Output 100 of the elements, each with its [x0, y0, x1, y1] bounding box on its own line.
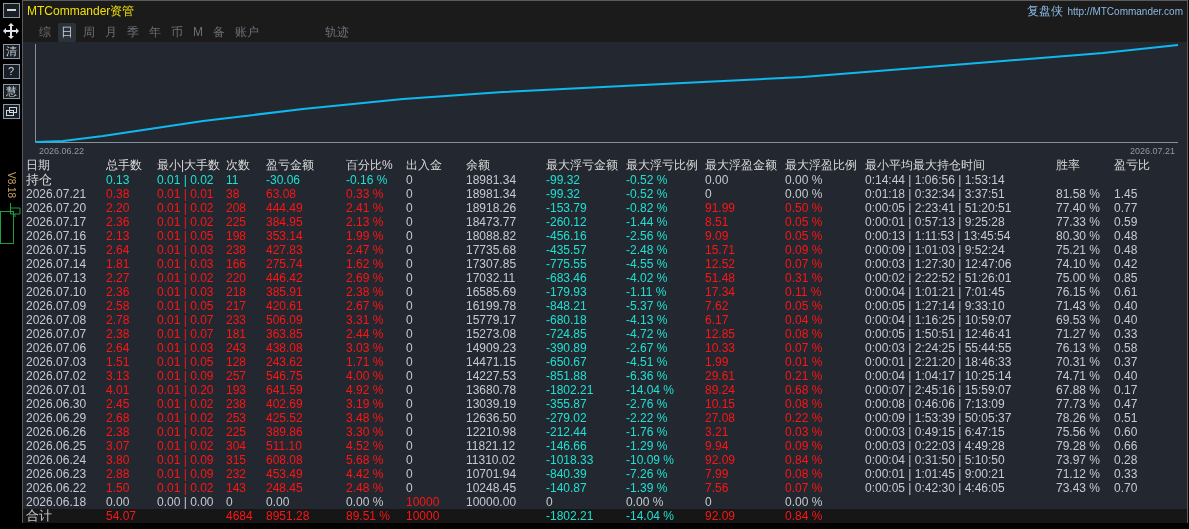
- table-cell-text: 75.56 %: [1056, 425, 1102, 439]
- table-cell-text: 0: [406, 481, 414, 495]
- table-cell-text: 0:00:09 | 1:01:03 | 9:52:24: [865, 243, 1006, 257]
- table-cell-text: 225: [226, 425, 248, 439]
- website-link[interactable]: http://MTCommander.com: [1067, 6, 1183, 17]
- tab[interactable]: 季: [124, 22, 142, 42]
- tab[interactable]: 年: [146, 22, 164, 42]
- table-cell-text: -1.76 %: [626, 425, 669, 439]
- table-cell-text: 5.68 %: [346, 453, 385, 467]
- table-cell-text: 70.31 %: [1056, 355, 1102, 369]
- table-cell-text: 0.01 | 0.20: [157, 383, 215, 397]
- table-cell-text: 0.00 %: [785, 495, 824, 509]
- table-cell-text: 0:00:05 | 1:50:51 | 12:46:41: [865, 327, 1013, 341]
- tab[interactable]: M: [190, 24, 206, 40]
- table-cell-text: 238: [226, 243, 248, 257]
- tab[interactable]: 月: [102, 22, 120, 42]
- table-cell-text: -4.55 %: [626, 257, 669, 271]
- minimize-button[interactable]: [2, 3, 20, 18]
- table-cell-text: 0.01 | 0.02: [157, 201, 215, 215]
- table-cell-text: 2026.06.22: [26, 481, 88, 495]
- table-cell-text: -212.44: [546, 425, 588, 439]
- table-cell-text: 0: [406, 453, 414, 467]
- table-cell-text: 0:00:01 | 0:57:13 | 9:25:28: [865, 215, 1006, 229]
- table-cell-text: 0.01 %: [785, 355, 824, 369]
- table-cell-text: 11821.12: [466, 439, 517, 453]
- table-cell-text: 8951.28: [266, 509, 311, 523]
- table-cell-text: 9.09: [705, 229, 730, 243]
- tab[interactable]: 日: [58, 22, 76, 42]
- table-cell-text: 2.13: [106, 229, 131, 243]
- table-cell-text: 453.49: [266, 467, 304, 481]
- table-cell-text: 4.01: [106, 383, 131, 397]
- table-cell-text: 54.07: [106, 509, 138, 523]
- sidebar-button[interactable]: 慧: [2, 84, 20, 99]
- table-cell-text: 2.20: [106, 201, 131, 215]
- table-cell-text: -0.16 %: [346, 173, 389, 187]
- table-cell-text: 0:00:01 | 1:01:45 | 9:00:21: [865, 467, 1006, 481]
- table-cell-text: 232: [226, 467, 248, 481]
- table-cell-text: -30.06: [266, 173, 302, 187]
- table-cell-text: 17307.85: [466, 257, 518, 271]
- table-cell-text: 16585.69: [466, 285, 518, 299]
- tab[interactable]: 综: [36, 22, 54, 42]
- table-cell-text: 18473.77: [466, 215, 518, 229]
- table-cell-text: 0.09 %: [785, 439, 824, 453]
- table-cell-text: -435.57: [546, 243, 588, 257]
- table-cell-text: 71.27 %: [1056, 327, 1102, 341]
- tab[interactable]: 备: [210, 22, 228, 42]
- table-cell-text: 0: [546, 495, 554, 509]
- table-cell-text: 0: [406, 383, 414, 397]
- tab[interactable]: 币: [168, 22, 186, 42]
- table-cell-text: -2.76 %: [626, 397, 669, 411]
- table-cell-text: 0:00:02 | 2:22:52 | 51:26:01: [865, 271, 1013, 285]
- table-cell-text: 0.00: [705, 173, 730, 187]
- tab[interactable]: 轨迹: [322, 22, 352, 42]
- table-cell-text: 427.83: [266, 243, 304, 257]
- table-cell-text: 3.03 %: [346, 341, 385, 355]
- column-header: 余额: [466, 158, 491, 173]
- table-cell-text: 0.01 | 0.02: [157, 271, 215, 285]
- table-cell-text: -848.21: [546, 299, 588, 313]
- table-cell-text: 0.01 | 0.07: [157, 313, 215, 327]
- table-cell-text: 220: [226, 271, 248, 285]
- table-cell-text: 7.62: [705, 299, 730, 313]
- table-cell-text: 0.58: [1114, 341, 1139, 355]
- table-cell-text: 0.01 | 0.09: [157, 369, 215, 383]
- table-cell-text: -0.52 %: [626, 187, 669, 201]
- restore-button[interactable]: [2, 104, 20, 119]
- move-icon[interactable]: [3, 23, 19, 39]
- table-cell-text: 0.00: [106, 495, 131, 509]
- table-cell-text: 0:00:03 | 0:49:15 | 6:47:15: [865, 425, 1006, 439]
- table-cell-text: 0.84 %: [785, 509, 824, 523]
- table-cell-text: 511.10: [266, 439, 303, 453]
- table-cell-text: 合计: [26, 509, 53, 523]
- table-cell-text: 0.01 | 0.02: [157, 397, 215, 411]
- table-cell-text: 77.73 %: [1056, 397, 1102, 411]
- sidebar-button[interactable]: ?: [2, 64, 20, 79]
- table-cell-text: 0.07 %: [785, 341, 824, 355]
- table-cell-text: 0.22 %: [785, 411, 824, 425]
- tab[interactable]: 周: [80, 22, 98, 42]
- table-cell-text: 75.00 %: [1056, 271, 1102, 285]
- table-cell-text: 16199.78: [466, 299, 518, 313]
- table-cell-text: 0.01 | 0.05: [157, 299, 215, 313]
- table-cell-text: 12.85: [705, 327, 737, 341]
- table-cell-text: 0:00:03 | 2:24:25 | 55:44:55: [865, 341, 1013, 355]
- table-cell-text: 0.59: [1114, 215, 1139, 229]
- table-cell-text: -279.02: [546, 411, 588, 425]
- table-cell-text: 73.97 %: [1056, 453, 1102, 467]
- table-cell-text: 181: [226, 327, 248, 341]
- table-cell-text: 0.47: [1114, 397, 1139, 411]
- table-cell-text: 77.40 %: [1056, 201, 1102, 215]
- table-cell-text: 0.01 | 0.05: [157, 229, 215, 243]
- sidebar-button[interactable]: 清: [2, 44, 20, 59]
- table-cell-text: 4.92 %: [346, 383, 385, 397]
- table-cell-text: 0.01 | 0.03: [157, 285, 215, 299]
- table-cell-text: 0.08 %: [785, 467, 824, 481]
- table-cell-text: 304: [226, 439, 248, 453]
- table-cell-text: 10248.45: [466, 481, 518, 495]
- table-cell-text: -4.72 %: [626, 327, 669, 341]
- table-cell-text: 444.49: [266, 201, 304, 215]
- table-cell-text: 217: [226, 299, 248, 313]
- table-cell-text: -179.93: [546, 285, 588, 299]
- tab[interactable]: 账户: [232, 22, 262, 42]
